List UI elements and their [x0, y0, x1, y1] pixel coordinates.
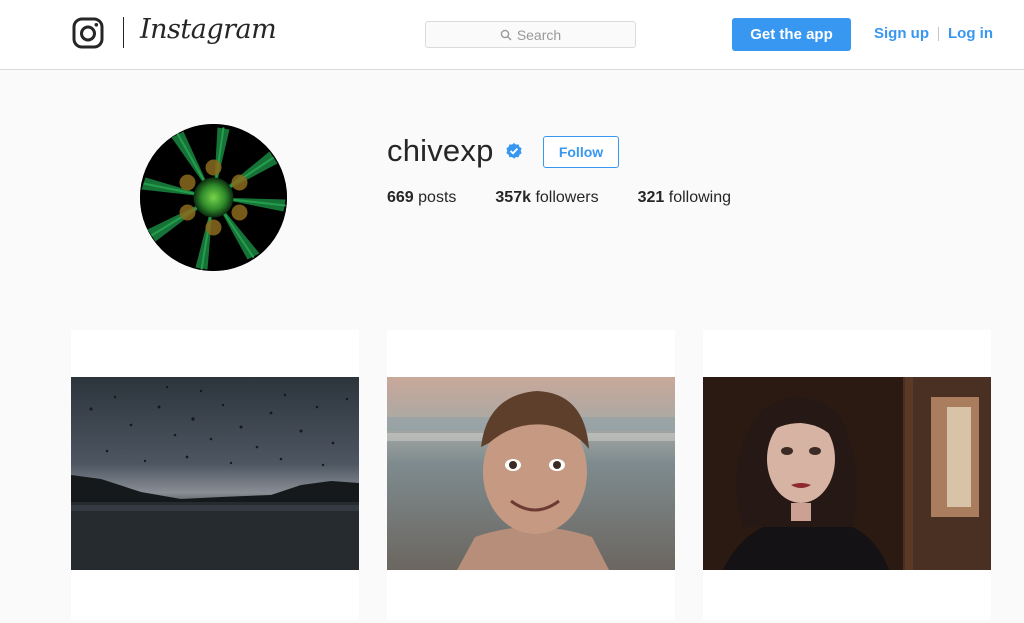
posts-label: posts	[418, 189, 457, 206]
auth-links: Sign up Log in	[874, 25, 993, 42]
following-stat[interactable]: 321 following	[638, 189, 731, 207]
following-count: 321	[637, 189, 665, 206]
posts-count: 669	[387, 189, 414, 206]
followers-stat[interactable]: 357k followers	[495, 189, 598, 207]
search-placeholder: Search	[516, 26, 562, 43]
log-in-link[interactable]: Log in	[948, 25, 993, 42]
post-tile[interactable]	[71, 330, 359, 620]
post-photo-birds	[71, 377, 359, 570]
instagram-logo-icon[interactable]	[72, 17, 104, 49]
followers-label: followers	[535, 189, 599, 206]
search-icon	[500, 29, 512, 41]
instagram-wordmark[interactable]: Instagram	[140, 14, 277, 45]
avatar	[140, 124, 287, 271]
verified-badge-icon	[505, 142, 523, 160]
get-the-app-button[interactable]: Get the app	[732, 18, 851, 51]
nav-divider	[123, 17, 124, 48]
post-photo-boy	[387, 377, 675, 570]
post-tile[interactable]	[387, 330, 675, 620]
follow-button[interactable]: Follow	[543, 136, 619, 168]
profile-username: chivexp	[387, 133, 494, 168]
followers-count: 357k	[495, 189, 531, 206]
following-label: following	[668, 189, 732, 206]
posts-stat: 669 posts	[387, 189, 456, 207]
sign-up-link[interactable]: Sign up	[874, 25, 929, 42]
post-photo-woman	[703, 377, 991, 570]
auth-divider	[938, 26, 939, 41]
top-nav: Instagram Search Get the app Sign up Log…	[0, 0, 1024, 70]
post-tile[interactable]	[703, 330, 991, 620]
profile-stats: 669 posts 357k followers 321 following	[387, 189, 770, 207]
search-input[interactable]: Search	[425, 21, 636, 48]
